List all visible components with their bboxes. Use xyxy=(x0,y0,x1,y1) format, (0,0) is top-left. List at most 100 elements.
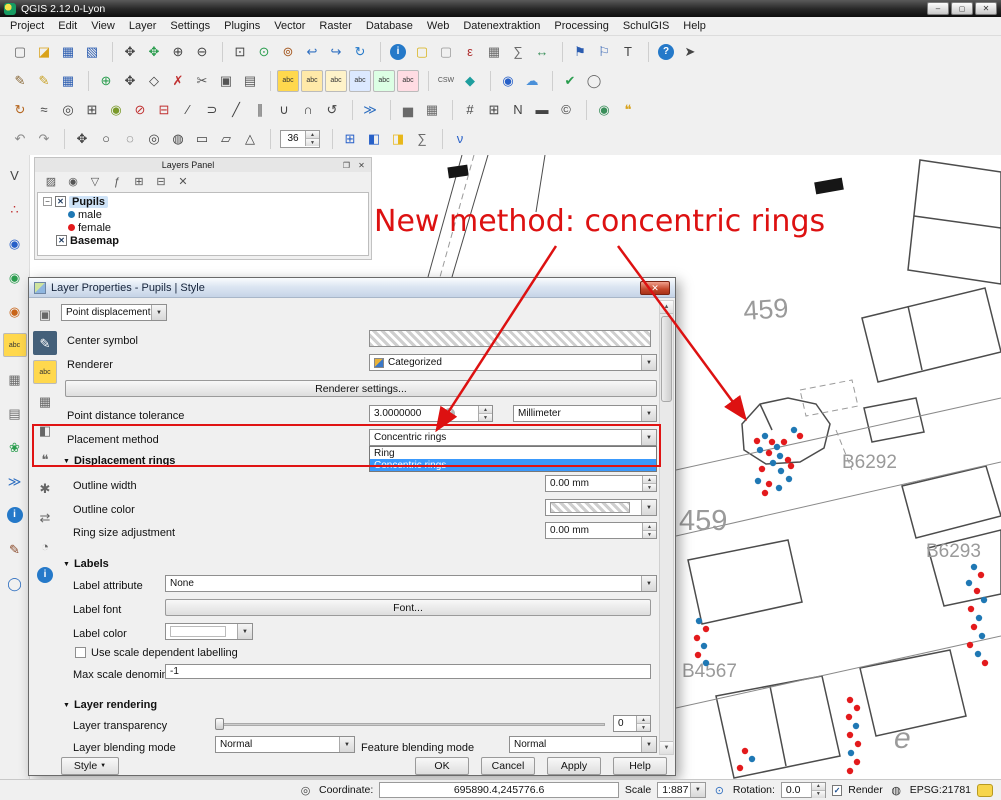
zoom-to-selection-icon[interactable]: ⊙ xyxy=(253,41,275,63)
legend-row-male[interactable]: male xyxy=(41,208,365,221)
python-console-icon[interactable]: ≫ xyxy=(359,99,381,121)
font-button[interactable]: Font... xyxy=(165,599,651,616)
feature-blend-combo[interactable]: Normal xyxy=(509,736,657,753)
section-labels[interactable]: Labels xyxy=(63,558,109,570)
max-scale-input[interactable]: -1 xyxy=(165,664,651,679)
crs-icon[interactable] xyxy=(889,783,904,798)
maximize-icon[interactable] xyxy=(951,2,973,15)
minimize-icon[interactable] xyxy=(927,2,949,15)
layer-row-pupils[interactable]: Pupils xyxy=(41,195,365,208)
delete-ring-icon[interactable]: ⊘ xyxy=(129,99,151,121)
field-calculator-icon[interactable]: ∑ xyxy=(507,41,529,63)
layer-labeling-icon[interactable]: abc xyxy=(277,70,299,92)
move-feature-icon[interactable]: ✥ xyxy=(119,70,141,92)
scrollbar-thumb[interactable] xyxy=(661,316,672,402)
identify-features-icon[interactable]: i xyxy=(387,41,409,63)
new-map-view-icon[interactable]: ⊞ xyxy=(339,128,361,150)
menu-item[interactable]: Layer xyxy=(122,18,164,34)
python-tool-icon[interactable]: ≫ xyxy=(3,469,27,493)
coordinate-input[interactable]: 695890.4,245776.6 xyxy=(379,782,619,798)
rotate-point-symbols-icon[interactable]: ↺ xyxy=(321,99,343,121)
spinner-arrows[interactable] xyxy=(305,131,319,146)
unit-combo[interactable]: Millimeter xyxy=(513,405,657,422)
zoom-full-icon[interactable]: ⊡ xyxy=(229,41,251,63)
rectangle-3points-icon[interactable]: ▱ xyxy=(215,128,237,150)
menu-item[interactable]: Vector xyxy=(267,18,312,34)
info-tool-icon[interactable]: i xyxy=(3,503,27,527)
save-project-icon[interactable]: ▦ xyxy=(57,41,79,63)
section-layer-rendering[interactable]: Layer rendering xyxy=(63,699,157,711)
add-part-icon[interactable]: ⊞ xyxy=(81,99,103,121)
center-symbol-button[interactable] xyxy=(369,330,651,347)
fill-ring-icon[interactable]: ◉ xyxy=(105,99,127,121)
scale-lock-icon[interactable] xyxy=(712,783,727,798)
move-point-icon[interactable]: ✥ xyxy=(71,128,93,150)
rotate-feature-icon[interactable]: ↻ xyxy=(9,99,31,121)
add-feature-icon[interactable]: ⊕ xyxy=(95,70,117,92)
grass-tools-icon[interactable]: ❀ xyxy=(3,435,27,459)
renderer-settings-button[interactable]: Renderer settings... xyxy=(65,380,657,397)
spinner-arrows[interactable] xyxy=(811,783,825,798)
open-attribute-table-icon[interactable]: ▦ xyxy=(483,41,505,63)
new-grid-icon[interactable]: ⊞ xyxy=(483,99,505,121)
map-theme-icon[interactable]: ◧ xyxy=(363,128,385,150)
attribute-tool-icon[interactable]: ▦ xyxy=(3,367,27,391)
highlight-pinned-labels-icon[interactable]: abc xyxy=(325,70,347,92)
circle-3points-icon[interactable]: ◌ xyxy=(119,128,141,150)
rendering-icon[interactable]: ◧ xyxy=(33,418,57,442)
menu-item[interactable]: Web xyxy=(420,18,456,34)
text-annotation-icon[interactable]: T xyxy=(617,41,639,63)
pan-to-selection-icon[interactable]: ✥ xyxy=(143,41,165,63)
dialog-titlebar[interactable]: Layer Properties - Pupils | Style ✕ xyxy=(29,278,675,298)
spinner-arrows[interactable] xyxy=(636,716,650,731)
layer-styling-icon[interactable]: ◨ xyxy=(387,128,409,150)
simplify-feature-icon[interactable]: ≈ xyxy=(33,99,55,121)
help-button[interactable]: Help xyxy=(613,757,667,775)
diagrams-icon[interactable]: ◔ xyxy=(33,534,57,558)
new-project-icon[interactable]: ▢ xyxy=(9,41,31,63)
node-tool-icon[interactable]: ◇ xyxy=(143,70,165,92)
whats-this-icon[interactable]: ➤ xyxy=(679,41,701,63)
pin-labels-icon[interactable]: abc xyxy=(301,70,323,92)
scroll-up-icon[interactable]: ▲ xyxy=(660,301,673,314)
sketch-tool-icon[interactable]: ✎ xyxy=(3,537,27,561)
label-tool-icon[interactable]: abc xyxy=(3,333,27,357)
point-distance-input[interactable]: 3.0000000 xyxy=(369,405,493,422)
histogram-icon[interactable]: ▅ xyxy=(397,99,419,121)
merge-features-icon[interactable]: ∪ xyxy=(273,99,295,121)
split-parts-icon[interactable]: ∥ xyxy=(249,99,271,121)
metasearch-icon[interactable]: ◆ xyxy=(459,70,481,92)
pan-map-icon[interactable]: ✥ xyxy=(119,41,141,63)
angle-spinbox[interactable]: 36 xyxy=(280,130,320,148)
menu-item[interactable]: Datenextraktion xyxy=(456,18,547,34)
fields-icon[interactable]: ▦ xyxy=(33,389,57,413)
select-by-expression-icon[interactable]: ε xyxy=(459,41,481,63)
help-contents-icon[interactable]: ? xyxy=(655,41,677,63)
statistics-panel-icon[interactable]: ∑ xyxy=(411,128,433,150)
filter-by-expression-icon[interactable]: ƒ xyxy=(108,173,126,191)
save-project-as-icon[interactable]: ▧ xyxy=(81,41,103,63)
outline-color-button[interactable] xyxy=(545,499,657,516)
transparency-spinbox[interactable]: 0 xyxy=(613,715,651,732)
menu-item[interactable]: Help xyxy=(676,18,713,34)
filter-legend-icon[interactable]: ▽ xyxy=(86,173,104,191)
circle-center-icon[interactable]: ◎ xyxy=(143,128,165,150)
expand-all-icon[interactable]: ⊞ xyxy=(130,173,148,191)
dropdown-option-ring[interactable]: Ring xyxy=(370,447,656,459)
outline-width-spinbox[interactable]: 0.00 mm xyxy=(545,475,657,492)
cancel-button[interactable]: Cancel xyxy=(481,757,535,775)
zoom-in-icon[interactable]: ⊕ xyxy=(167,41,189,63)
merge-attributes-icon[interactable]: ∩ xyxy=(297,99,319,121)
scale-dependent-checkbox[interactable] xyxy=(75,647,86,658)
scale-combo[interactable]: 1:887 xyxy=(657,782,706,798)
collapse-all-icon[interactable]: ⊟ xyxy=(152,173,170,191)
manage-map-themes-icon[interactable]: ◉ xyxy=(64,173,82,191)
transparency-slider[interactable] xyxy=(215,718,605,730)
north-arrow-icon[interactable]: N xyxy=(507,99,529,121)
change-label-icon[interactable]: abc xyxy=(397,70,419,92)
cut-features-icon[interactable]: ✂ xyxy=(191,70,213,92)
style-icon[interactable]: ✎ xyxy=(33,331,57,355)
terrain-tool-icon[interactable]: ◉ xyxy=(3,265,27,289)
interpolation-tool-icon[interactable]: ◉ xyxy=(3,231,27,255)
heatmap-tool-icon[interactable]: ∴ xyxy=(3,197,27,221)
